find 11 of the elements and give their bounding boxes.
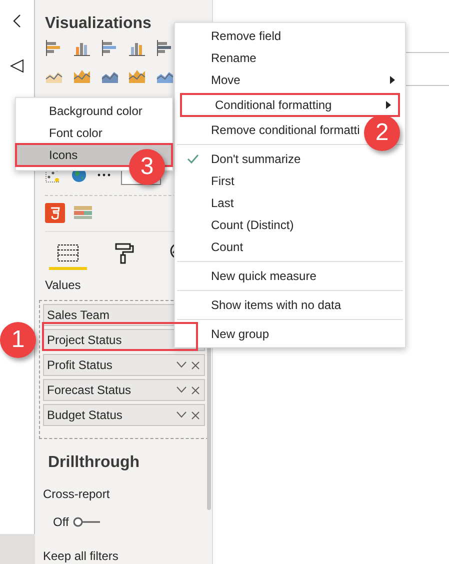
field-name: Sales Team — [47, 307, 110, 324]
section-title: Drillthrough — [48, 453, 141, 473]
option-label: Cross-report — [43, 486, 111, 503]
toggle-state: Off — [53, 514, 69, 531]
pane-title: Visualizations — [45, 14, 152, 34]
field-name: Project Status — [47, 332, 122, 349]
field-name: Budget Status — [47, 407, 122, 424]
values-label: Values — [45, 277, 82, 294]
field-name: Forecast Status — [47, 382, 132, 399]
option-label: Keep all filters — [43, 548, 120, 564]
field-name: Profit Status — [47, 357, 112, 374]
